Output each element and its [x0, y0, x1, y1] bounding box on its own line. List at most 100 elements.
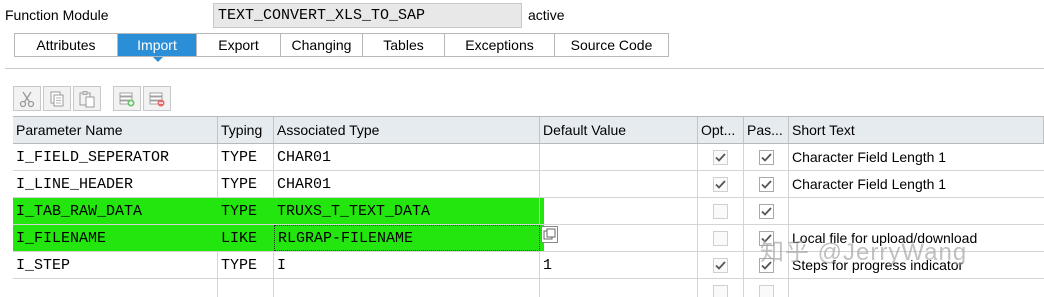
checkmark-icon — [760, 152, 772, 162]
paste-icon — [79, 90, 95, 107]
associated-type-cell[interactable]: TRUXS_T_TEXT_DATA — [274, 198, 540, 224]
optional-cell — [698, 144, 744, 170]
typing-cell[interactable]: TYPE — [218, 144, 274, 170]
associated-type-cell[interactable]: CHAR01 — [274, 144, 540, 170]
typing-cell[interactable]: TYPE — [218, 252, 274, 278]
parameter-name-cell[interactable] — [13, 279, 218, 297]
column-header-default-value[interactable]: Default Value — [540, 117, 698, 143]
function-module-label: Function Module — [5, 7, 109, 23]
optional-checkbox[interactable] — [713, 230, 728, 246]
function-module-header: Function Module TEXT_CONVERT_XLS_TO_SAP … — [0, 0, 1044, 32]
tab-import[interactable]: Import — [118, 34, 197, 56]
parameter-name-cell[interactable]: I_FIELD_SEPERATOR — [13, 144, 218, 170]
associated-type-cell[interactable] — [274, 279, 540, 297]
default-value-cell[interactable] — [540, 171, 698, 197]
tab-strip: Attributes Import Export Changing Tables… — [14, 33, 669, 57]
default-value-cell[interactable] — [540, 279, 698, 297]
paste-button[interactable] — [73, 86, 101, 111]
parameter-name-cell[interactable]: I_TAB_RAW_DATA — [13, 198, 218, 224]
table-row-highlighted: I_TAB_RAW_DATA TYPE TRUXS_T_TEXT_DATA — [13, 198, 1044, 225]
optional-cell — [698, 198, 744, 224]
pass-value-checkbox[interactable] — [758, 149, 774, 165]
tab-changing[interactable]: Changing — [281, 34, 363, 56]
pass-value-checkbox[interactable] — [758, 203, 774, 219]
short-text-cell[interactable] — [789, 279, 1044, 297]
pass-value-checkbox[interactable] — [758, 230, 774, 246]
associated-type-cell[interactable]: I — [274, 252, 540, 278]
checkmark-icon — [760, 233, 772, 243]
value-help-icon[interactable] — [541, 226, 558, 243]
pass-value-checkbox[interactable] — [758, 284, 774, 297]
optional-cell — [698, 252, 744, 278]
associated-type-cell-focused[interactable]: RLGRAP-FILENAME — [274, 225, 540, 251]
table-row-empty — [13, 279, 1044, 297]
short-text-cell[interactable]: Character Field Length 1 — [789, 144, 1044, 170]
tab-attributes[interactable]: Attributes — [14, 34, 118, 56]
checkmark-icon — [715, 260, 726, 270]
optional-cell — [698, 225, 744, 251]
divider — [5, 68, 1044, 69]
table-row: I_LINE_HEADER TYPE CHAR01 Character Fiel… — [13, 171, 1044, 198]
pass-value-cell — [744, 225, 789, 251]
pass-value-cell — [744, 198, 789, 224]
insert-row-button[interactable] — [113, 86, 141, 111]
default-value-cell[interactable] — [540, 225, 698, 251]
checkmark-icon — [760, 206, 772, 216]
parameter-name-cell[interactable]: I_STEP — [13, 252, 218, 278]
column-header-optional[interactable]: Opt... — [698, 117, 744, 143]
delete-row-button[interactable] — [143, 86, 171, 111]
checkmark-icon — [760, 179, 772, 189]
default-value-cell[interactable] — [540, 198, 698, 224]
table-row: I_FIELD_SEPERATOR TYPE CHAR01 Character … — [13, 144, 1044, 171]
associated-type-cell[interactable]: CHAR01 — [274, 171, 540, 197]
typing-cell[interactable]: LIKE — [218, 225, 274, 251]
checkmark-icon — [760, 260, 772, 270]
table-row-highlighted: I_FILENAME LIKE RLGRAP-FILENAME Local fi… — [13, 225, 1044, 252]
default-value-cell[interactable]: 1 — [540, 252, 698, 278]
checkmark-icon — [715, 152, 726, 162]
parameter-name-cell[interactable]: I_LINE_HEADER — [13, 171, 218, 197]
optional-checkbox[interactable] — [713, 203, 728, 219]
default-value-cell[interactable] — [540, 144, 698, 170]
tab-source-code[interactable]: Source Code — [555, 34, 669, 56]
pass-value-cell — [744, 279, 789, 297]
cut-button[interactable] — [13, 86, 41, 111]
parameter-grid: Parameter Name Typing Associated Type De… — [13, 116, 1044, 297]
pass-value-cell — [744, 171, 789, 197]
active-tab-indicator — [153, 57, 163, 62]
tab-export[interactable]: Export — [197, 34, 281, 56]
column-header-short-text[interactable]: Short Text — [789, 117, 1044, 143]
typing-cell[interactable]: TYPE — [218, 198, 274, 224]
delete-row-icon — [149, 92, 165, 106]
function-module-name-field[interactable]: TEXT_CONVERT_XLS_TO_SAP — [213, 3, 522, 28]
short-text-cell[interactable]: Local file for upload/download — [789, 225, 1044, 251]
status-label: active — [528, 7, 565, 23]
pass-value-cell — [744, 252, 789, 278]
typing-cell[interactable]: TYPE — [218, 171, 274, 197]
short-text-cell[interactable]: Character Field Length 1 — [789, 171, 1044, 197]
table-row: I_STEP TYPE I 1 Steps for progress indic… — [13, 252, 1044, 279]
column-header-pass-value[interactable]: Pas... — [744, 117, 789, 143]
typing-cell[interactable] — [218, 279, 274, 297]
insert-row-icon — [119, 92, 135, 106]
short-text-cell[interactable]: Steps for progress indicator — [789, 252, 1044, 278]
short-text-cell[interactable] — [789, 198, 1044, 224]
column-header-parameter-name[interactable]: Parameter Name — [13, 117, 218, 143]
highlight-edge — [540, 198, 544, 224]
column-header-associated-type[interactable]: Associated Type — [274, 117, 540, 143]
optional-checkbox[interactable] — [713, 176, 728, 192]
pass-value-checkbox[interactable] — [758, 176, 774, 192]
optional-checkbox[interactable] — [713, 257, 728, 273]
checkmark-icon — [715, 179, 726, 189]
copy-button[interactable] — [43, 86, 71, 111]
optional-checkbox[interactable] — [713, 149, 728, 165]
pass-value-checkbox[interactable] — [758, 257, 774, 273]
copy-icon — [50, 91, 64, 106]
tab-exceptions[interactable]: Exceptions — [445, 34, 555, 56]
column-header-typing[interactable]: Typing — [218, 117, 274, 143]
grid-header-row: Parameter Name Typing Associated Type De… — [13, 117, 1044, 144]
optional-checkbox[interactable] — [713, 284, 728, 297]
pass-value-cell — [744, 144, 789, 170]
tab-tables[interactable]: Tables — [363, 34, 445, 56]
parameter-name-cell[interactable]: I_FILENAME — [13, 225, 218, 251]
